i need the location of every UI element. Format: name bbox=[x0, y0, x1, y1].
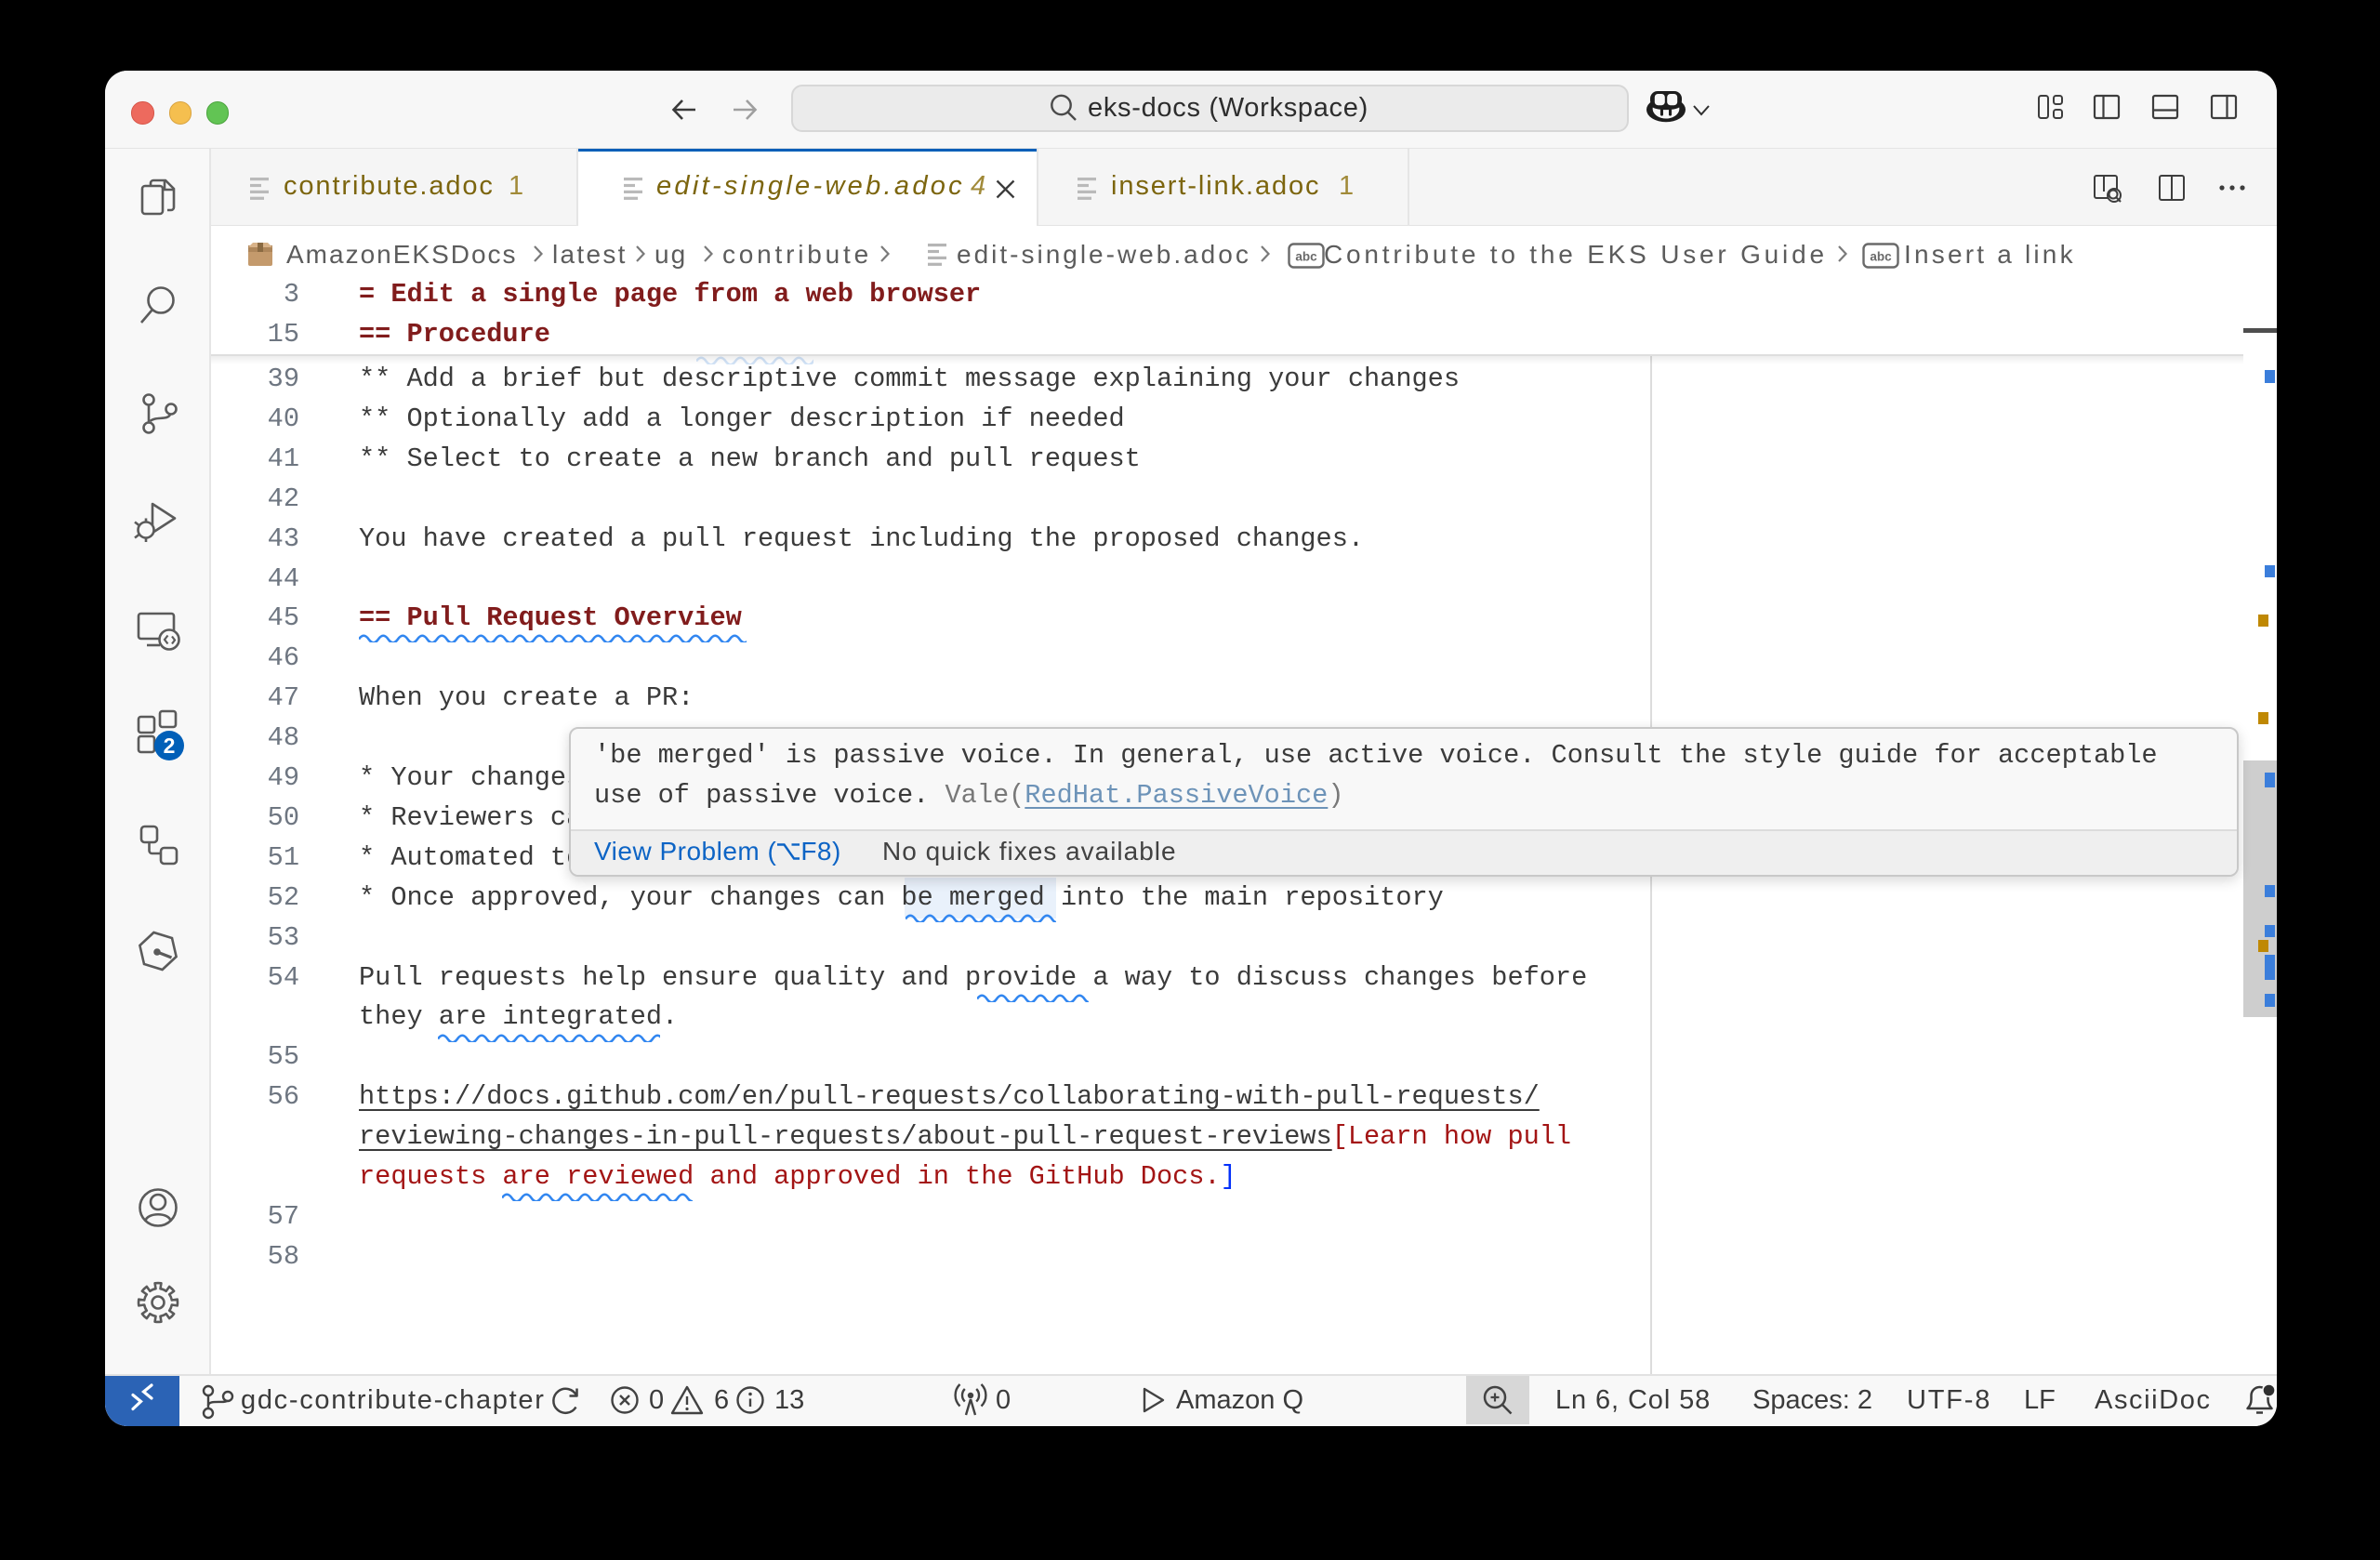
svg-text:abc: abc bbox=[1295, 250, 1317, 264]
svg-text:2: 2 bbox=[164, 734, 176, 758]
svg-text:abc: abc bbox=[1870, 250, 1892, 264]
